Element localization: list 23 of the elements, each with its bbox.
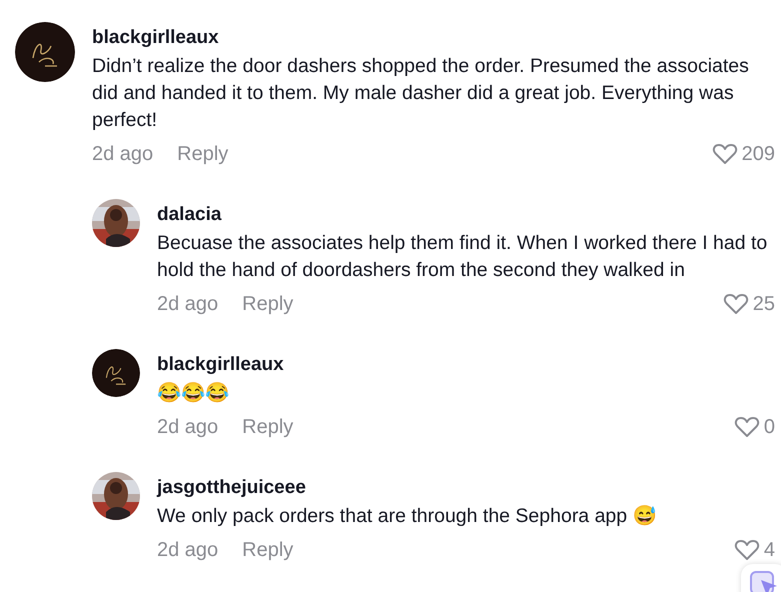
like-count: 25: [752, 292, 775, 316]
username[interactable]: blackgirlleaux: [92, 26, 219, 50]
comment-date: 2d ago: [157, 538, 218, 562]
comment-date: 2d ago: [157, 416, 218, 438]
like-count: 4: [764, 538, 775, 562]
username[interactable]: dalacia: [157, 203, 222, 227]
heart-icon[interactable]: [712, 142, 738, 166]
like-count: 209: [742, 142, 775, 166]
comment-text: We only pack orders that are through the Sephora app 😅: [157, 504, 658, 529]
comment-text: 😂😂😂: [157, 381, 230, 406]
comment-text: Becuase the associates help them find it. When I worked there I had to hold the hand of doordashers from the second they walked in: [157, 231, 768, 283]
heart-icon[interactable]: [734, 538, 760, 562]
cursor-icon: [749, 568, 779, 592]
username[interactable]: blackgirlleaux: [157, 353, 284, 377]
comment-date: 2d ago: [157, 292, 218, 316]
like-count: 0: [764, 416, 775, 438]
comment-text: Didn’t realize the door dashers shopped the order. Presumed the associates did and handed it to them. My male dasher did a great job. Everything was perfect!: [92, 54, 750, 133]
logo-icon[interactable]: [15, 22, 75, 82]
heart-icon[interactable]: [734, 415, 760, 439]
comment-date: 2d ago: [92, 142, 154, 166]
logo-icon[interactable]: [92, 349, 140, 397]
username[interactable]: jasgotthejuiceee: [157, 476, 306, 500]
heart-icon[interactable]: [722, 292, 749, 316]
